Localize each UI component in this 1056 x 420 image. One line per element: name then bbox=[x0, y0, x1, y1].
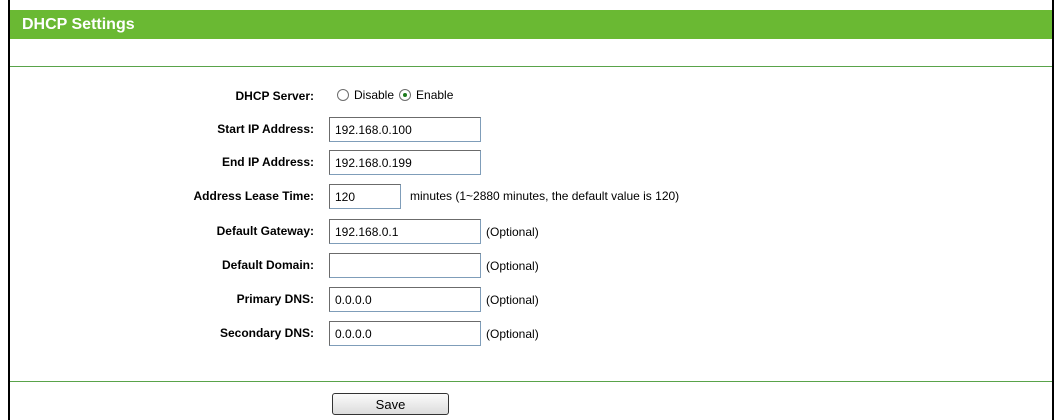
primary-dns-note: (Optional) bbox=[486, 293, 539, 307]
default-domain-note: (Optional) bbox=[486, 259, 539, 273]
default-gateway-note: (Optional) bbox=[486, 225, 539, 239]
default-gateway-label: Default Gateway: bbox=[216, 224, 314, 238]
default-gateway-input[interactable] bbox=[329, 219, 481, 244]
start-ip-input[interactable] bbox=[329, 117, 481, 142]
dhcp-disable-label: Disable bbox=[354, 88, 395, 102]
start-ip-label: Start IP Address: bbox=[217, 122, 314, 136]
end-ip-label: End IP Address: bbox=[221, 155, 314, 169]
default-domain-label: Default Domain: bbox=[221, 258, 314, 272]
dhcp-enable-label: Enable bbox=[416, 88, 454, 102]
divider-top bbox=[10, 66, 1052, 67]
dhcp-disable-radio[interactable] bbox=[337, 89, 349, 101]
lease-time-input[interactable] bbox=[329, 184, 401, 209]
save-button[interactable]: Save bbox=[332, 393, 449, 415]
divider-bottom bbox=[10, 381, 1052, 382]
secondary-dns-label: Secondary DNS: bbox=[219, 326, 314, 340]
dhcp-enable-radio[interactable] bbox=[399, 89, 412, 101]
secondary-dns-input[interactable] bbox=[329, 321, 481, 346]
lease-time-note: minutes (1~2880 minutes, the default val… bbox=[410, 189, 680, 203]
dhcp-settings-panel: DHCP Settings DHCP Server: Disable Enabl… bbox=[8, 0, 1054, 420]
primary-dns-input[interactable] bbox=[329, 287, 481, 312]
dhcp-server-label: DHCP Server: bbox=[235, 89, 314, 103]
dhcp-server-options: Disable Enable bbox=[337, 88, 458, 102]
end-ip-input[interactable] bbox=[329, 150, 481, 175]
primary-dns-label: Primary DNS: bbox=[236, 292, 314, 306]
default-domain-input[interactable] bbox=[329, 253, 481, 278]
page-title: DHCP Settings bbox=[10, 10, 1052, 39]
lease-time-label: Address Lease Time: bbox=[193, 189, 315, 203]
secondary-dns-note: (Optional) bbox=[486, 327, 539, 341]
